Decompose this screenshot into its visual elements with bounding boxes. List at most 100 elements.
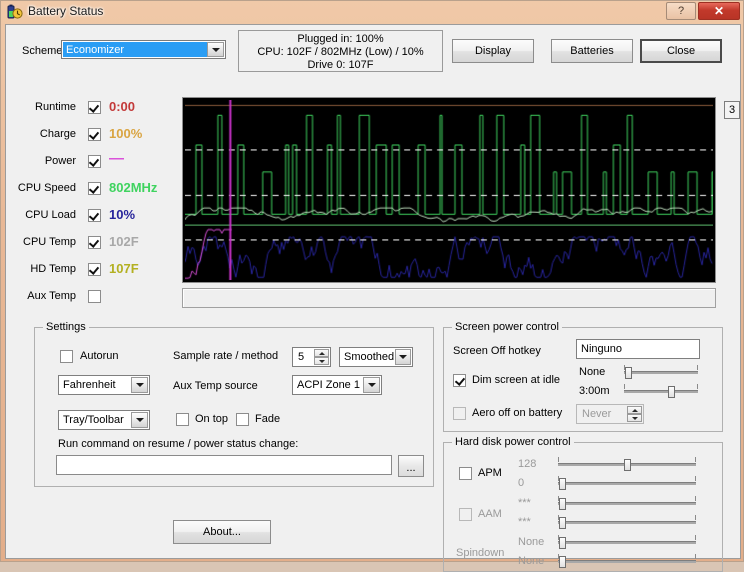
sample-rate-spin-buttons[interactable] xyxy=(314,349,329,365)
slider-track xyxy=(624,371,698,374)
sample-rate-value: 5 xyxy=(298,351,305,363)
slider-thumb[interactable] xyxy=(624,459,631,471)
graph-scale-badge[interactable]: 3 xyxy=(724,101,740,119)
spin-down-icon[interactable] xyxy=(314,357,329,365)
aam-ac-slider[interactable] xyxy=(558,496,696,510)
on-top-label: On top xyxy=(195,413,229,425)
chevron-down-icon[interactable] xyxy=(131,377,148,393)
apm-dc-slider[interactable] xyxy=(558,476,696,490)
aux-temp-source-value: ACPI Zone 1 xyxy=(297,379,360,391)
aero-off-checkbox[interactable] xyxy=(453,407,466,420)
apm-dc-value: 0 xyxy=(518,477,525,489)
temperature-unit-select[interactable]: Fahrenheit xyxy=(58,375,150,395)
metric-row: HD Temp 107F xyxy=(6,259,182,286)
apm-checkbox[interactable] xyxy=(459,467,472,480)
metric-label: Aux Temp xyxy=(27,290,76,302)
metric-label: Charge xyxy=(39,128,76,140)
app-window: Battery Status ? ✕ Scheme Economizer Plu… xyxy=(0,0,744,572)
aam-checkbox[interactable] xyxy=(459,508,472,521)
screen-off-hotkey-input[interactable]: Ninguno xyxy=(576,339,700,359)
chevron-down-icon[interactable] xyxy=(207,42,224,57)
metric-checkbox[interactable] xyxy=(88,209,101,222)
run-command-input[interactable] xyxy=(56,455,392,475)
chevron-down-icon[interactable] xyxy=(131,412,148,428)
screen-off-hotkey-label: Screen Off hotkey xyxy=(453,345,541,357)
aux-temp-source-label: Aux Temp source xyxy=(173,380,258,392)
spindown-dc-slider[interactable] xyxy=(558,554,696,568)
metric-checkbox[interactable] xyxy=(88,128,101,141)
sample-method-select[interactable]: Smoothed xyxy=(339,347,413,367)
dim-dc-value: 3:00m xyxy=(579,385,610,397)
dim-dc-slider[interactable] xyxy=(624,384,698,398)
slider-thumb[interactable] xyxy=(559,517,566,529)
title-bar: Battery Status ? ✕ xyxy=(1,1,744,23)
on-top-checkbox[interactable] xyxy=(176,413,189,426)
aero-off-spin-buttons[interactable] xyxy=(627,406,642,422)
battery-gauge-strip xyxy=(182,288,716,308)
metric-value: 10% xyxy=(109,207,136,222)
metric-checkbox[interactable] xyxy=(88,263,101,276)
slider-tick-right xyxy=(695,535,696,540)
metrics-list: Runtime 0:00 Charge 100% Power — CPU Speed 802M… xyxy=(6,97,182,313)
spindown-ac-slider[interactable] xyxy=(558,535,696,549)
chevron-down-icon[interactable] xyxy=(363,377,380,393)
batteries-button[interactable]: Batteries xyxy=(551,39,633,63)
dim-ac-slider[interactable] xyxy=(624,365,698,379)
slider-thumb[interactable] xyxy=(559,537,566,549)
close-window-button[interactable]: ✕ xyxy=(698,2,740,20)
slider-track xyxy=(558,541,696,544)
help-button[interactable]: ? xyxy=(666,2,696,20)
metric-checkbox[interactable] xyxy=(88,155,101,168)
metric-checkbox[interactable] xyxy=(88,101,101,114)
slider-thumb[interactable] xyxy=(668,386,675,398)
metric-row: Charge 100% xyxy=(6,124,182,151)
fade-checkbox[interactable] xyxy=(236,413,249,426)
scheme-selected-value: Economizer xyxy=(63,42,207,57)
slider-thumb[interactable] xyxy=(559,478,566,490)
status-line-power: Plugged in: 100% xyxy=(297,33,384,45)
aero-off-value: Never xyxy=(582,408,612,420)
apm-ac-slider[interactable] xyxy=(558,457,696,471)
slider-thumb[interactable] xyxy=(559,556,566,568)
slider-tick-right xyxy=(695,476,696,481)
slider-thumb[interactable] xyxy=(559,498,566,510)
aux-temp-source-select[interactable]: ACPI Zone 1 xyxy=(292,375,382,395)
aam-dc-value: *** xyxy=(518,516,531,528)
chevron-down-icon[interactable] xyxy=(395,349,411,365)
aero-off-stepper[interactable]: Never xyxy=(576,404,644,424)
display-button[interactable]: Display xyxy=(452,39,534,63)
aero-off-label: Aero off on battery xyxy=(472,407,563,419)
sample-rate-stepper[interactable]: 5 xyxy=(292,347,331,367)
slider-track xyxy=(558,482,696,485)
history-graph[interactable] xyxy=(182,97,716,283)
metric-checkbox[interactable] xyxy=(88,290,101,303)
settings-group-title: Settings xyxy=(43,321,89,333)
metric-row: CPU Temp 102F xyxy=(6,232,182,259)
autorun-checkbox[interactable] xyxy=(60,350,73,363)
metric-checkbox[interactable] xyxy=(88,236,101,249)
slider-tick-left xyxy=(558,457,559,462)
metric-checkbox[interactable] xyxy=(88,182,101,195)
metric-row: Aux Temp xyxy=(6,286,182,313)
screen-power-group-title: Screen power control xyxy=(452,321,562,333)
metric-row: CPU Load 10% xyxy=(6,205,182,232)
slider-thumb[interactable] xyxy=(625,367,632,379)
display-mode-select[interactable]: Tray/Toolbar xyxy=(58,410,150,430)
close-button[interactable]: Close xyxy=(640,39,722,63)
status-readout: Plugged in: 100% CPU: 102F / 802MHz (Low… xyxy=(238,30,443,72)
metric-label: HD Temp xyxy=(30,263,76,275)
status-line-cpu: CPU: 102F / 802MHz (Low) / 10% xyxy=(257,46,424,58)
about-button[interactable]: About... xyxy=(173,520,271,544)
sample-rate-label: Sample rate / method xyxy=(173,350,279,362)
scheme-select[interactable]: Economizer xyxy=(61,40,226,59)
history-graph-canvas[interactable] xyxy=(185,100,713,280)
spin-down-icon[interactable] xyxy=(627,414,642,422)
sample-method-value: Smoothed xyxy=(344,351,395,363)
metric-value: 0:00 xyxy=(109,99,136,114)
aam-dc-slider[interactable] xyxy=(558,515,696,529)
browse-button[interactable]: ... xyxy=(398,455,424,477)
spin-up-icon[interactable] xyxy=(627,406,642,414)
dim-screen-checkbox[interactable] xyxy=(453,374,466,387)
aam-ac-value: *** xyxy=(518,497,531,509)
spin-up-icon[interactable] xyxy=(314,349,329,357)
